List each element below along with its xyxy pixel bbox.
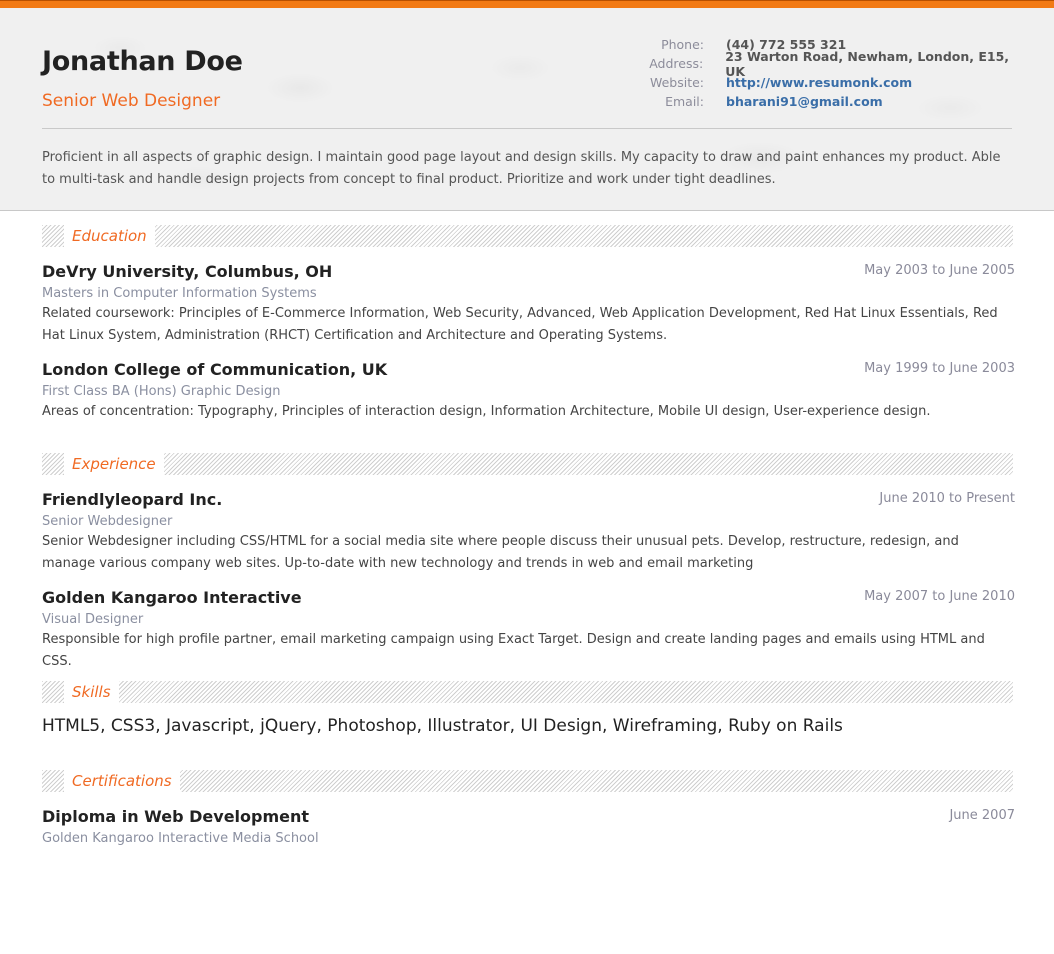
website-label: Website:	[649, 75, 704, 90]
education-entry-title: London College of Communication, UK	[42, 360, 388, 379]
section-header-skills: Skills	[42, 681, 1013, 703]
experience-entry-title: Golden Kangaroo Interactive	[42, 588, 302, 607]
section-title: Skills	[64, 681, 119, 703]
profile-summary: Proficient in all aspects of graphic des…	[42, 150, 1001, 187]
experience-entry-subtitle: Senior Webdesigner	[42, 514, 173, 529]
contact-info: Phone: (44) 772 555 321 Address: 23 Wart…	[630, 35, 1030, 111]
education-entry-description: Areas of concentration: Typography, Prin…	[42, 404, 931, 419]
email-link[interactable]: bharani91@gmail.com	[726, 94, 883, 109]
experience-entry-subtitle: Visual Designer	[42, 612, 144, 627]
education-entry-title: DeVry University, Columbus, OH	[42, 262, 333, 281]
experience-entry-description: Responsible for high profile partner, em…	[42, 632, 985, 669]
resume-header: Jonathan Doe Senior Web Designer Phone: …	[0, 8, 1054, 211]
certification-entry-date: June 2007	[949, 808, 1015, 823]
experience-entry-description: Senior Webdesigner including CSS/HTML fo…	[42, 534, 959, 571]
experience-entry-title: Friendlyleopard Inc.	[42, 490, 223, 509]
education-entry-subtitle: Masters in Computer Information Systems	[42, 286, 317, 301]
website-link[interactable]: http://www.resumonk.com	[726, 75, 912, 90]
experience-entry-date: May 2007 to June 2010	[864, 589, 1015, 604]
section-header-education: Education	[42, 225, 1013, 247]
job-title: Senior Web Designer	[42, 91, 221, 111]
contact-address: Address: 23 Warton Road, Newham, London,…	[630, 49, 1030, 79]
accent-top-bar	[0, 0, 1054, 8]
header-divider	[42, 128, 1012, 129]
certification-entry-title: Diploma in Web Development	[42, 807, 310, 826]
contact-email: Email: bharani91@gmail.com	[630, 92, 1030, 111]
education-entry-description: Related coursework: Principles of E-Comm…	[42, 306, 998, 343]
certification-entry-subtitle: Golden Kangaroo Interactive Media School	[42, 831, 319, 846]
person-name: Jonathan Doe	[42, 46, 243, 77]
section-title: Experience	[64, 453, 164, 475]
education-entry-date: May 2003 to June 2005	[864, 263, 1015, 278]
section-title: Certifications	[64, 770, 180, 792]
email-label: Email:	[665, 94, 704, 109]
phone-label: Phone:	[661, 37, 704, 52]
address-label: Address:	[649, 56, 704, 71]
section-header-experience: Experience	[42, 453, 1013, 475]
section-header-certifications: Certifications	[42, 770, 1013, 792]
skills-list: HTML5, CSS3, Javascript, jQuery, Photosh…	[42, 716, 843, 736]
education-entry-subtitle: First Class BA (Hons) Graphic Design	[42, 384, 281, 399]
education-entry-date: May 1999 to June 2003	[864, 361, 1015, 376]
experience-entry-date: June 2010 to Present	[879, 491, 1015, 506]
address-value: 23 Warton Road, Newham, London, E15, UK	[725, 48, 1010, 79]
section-title: Education	[64, 225, 155, 247]
